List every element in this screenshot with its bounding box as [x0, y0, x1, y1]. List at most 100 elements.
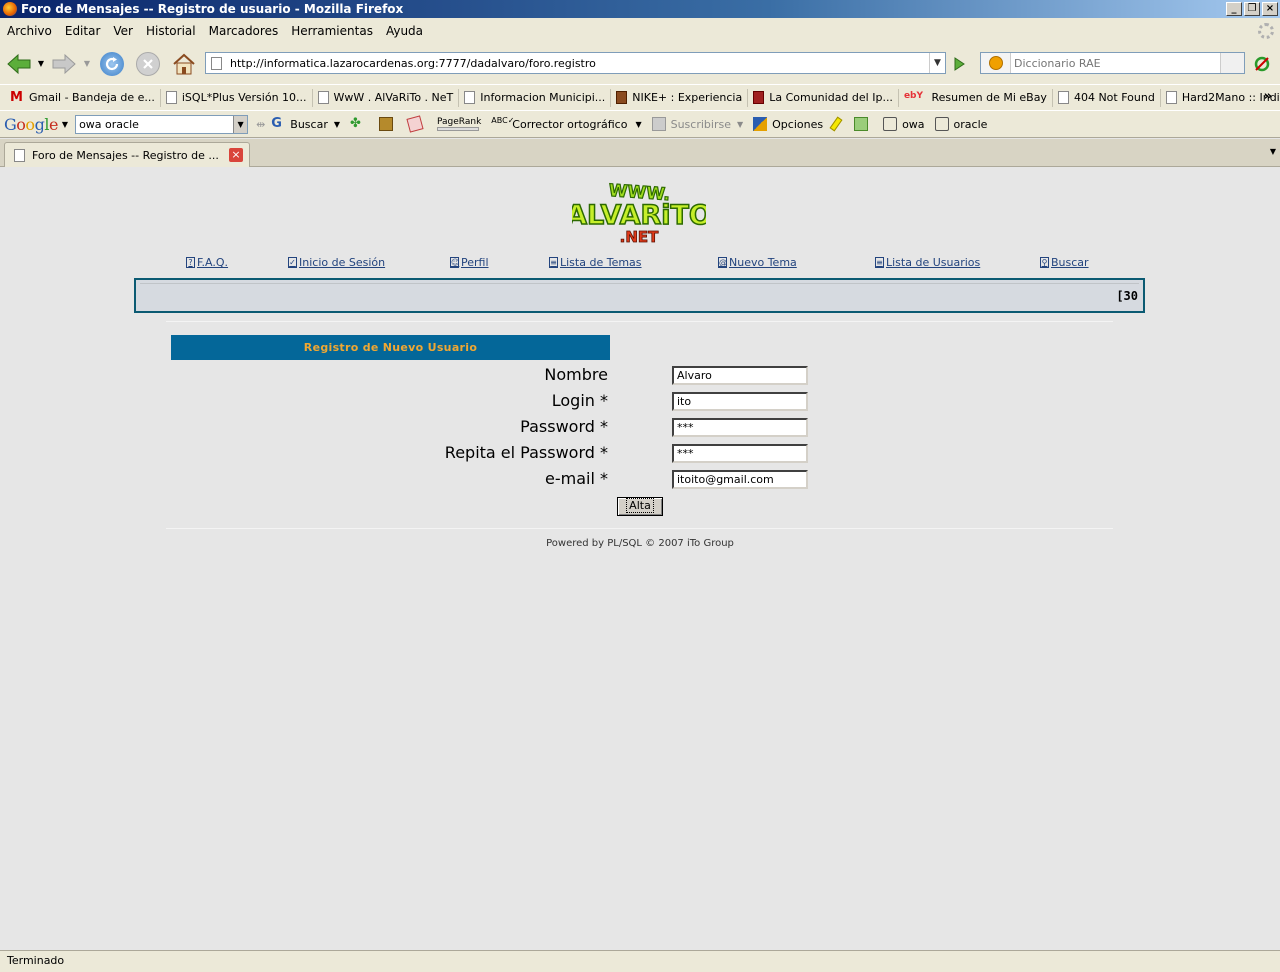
alvarito-logo[interactable]: WWW. ALVARiTO .NET: [572, 178, 706, 248]
login-field[interactable]: ito: [672, 392, 808, 411]
bookmark-comunidad[interactable]: La Comunidad del Ip...: [748, 88, 899, 107]
bookmark-hard2mano[interactable]: Hard2Mano :: Indice: [1161, 89, 1280, 107]
menu-historial[interactable]: Historial: [141, 24, 201, 38]
users-list-icon: ≡: [875, 257, 884, 268]
addon-button[interactable]: [1252, 54, 1272, 74]
google-news-button[interactable]: ✤: [350, 117, 369, 131]
reload-button[interactable]: [100, 52, 124, 76]
topics-list-link[interactable]: ≡ Lista de Temas: [549, 256, 642, 269]
tab-foro-registro[interactable]: Foro de Mensajes -- Registro de ... ×: [4, 142, 250, 167]
ebay-icon: ebY: [903, 91, 924, 101]
send-icon: [854, 117, 869, 131]
marquee-banner: [30: [134, 278, 1145, 313]
search-input[interactable]: [1011, 54, 1220, 72]
search-label: Buscar: [1051, 256, 1089, 269]
search-link[interactable]: ⚲ Buscar: [1040, 256, 1089, 269]
options-button[interactable]: Opciones: [753, 117, 823, 131]
minimize-button[interactable]: _: [1226, 2, 1242, 16]
spellcheck-button[interactable]: ABC✓ Corrector ortográfico ▼: [491, 117, 641, 131]
users-list-label: Lista de Usuarios: [886, 256, 981, 269]
menu-ayuda[interactable]: Ayuda: [381, 24, 428, 38]
faq-label: F.A.Q.: [197, 256, 229, 269]
list-all-tabs-icon[interactable]: ▼: [1270, 147, 1276, 156]
highlighter-button[interactable]: [829, 116, 844, 132]
profile-link[interactable]: ☺ Perfil: [450, 256, 489, 269]
search-term-owa[interactable]: owa: [883, 117, 925, 131]
search-engine-selector[interactable]: [981, 53, 1011, 73]
search-bar[interactable]: [980, 52, 1245, 74]
marquee-text: [30: [1116, 289, 1138, 303]
google-menu-dropdown[interactable]: ▼: [62, 120, 68, 129]
close-tab-icon[interactable]: ×: [229, 148, 243, 162]
stop-button[interactable]: [136, 52, 160, 76]
page-icon: [211, 56, 222, 70]
bookmark-ebay[interactable]: ebY Resumen de Mi eBay: [899, 88, 1053, 107]
google-images-button[interactable]: [379, 117, 398, 131]
tab-strip: Foro de Mensajes -- Registro de ... × ▼: [0, 139, 1280, 167]
menu-marcadores[interactable]: Marcadores: [204, 24, 284, 38]
google-buscar-button[interactable]: G Buscar ▼: [271, 117, 340, 131]
send-to-button[interactable]: [854, 117, 873, 131]
topics-list-label: Lista de Temas: [560, 256, 642, 269]
faq-link[interactable]: ? F.A.Q.: [186, 256, 228, 269]
new-topic-icon: @: [718, 257, 727, 268]
alta-submit-button[interactable]: Alta: [617, 497, 663, 516]
reload-icon: [105, 57, 119, 71]
bookmark-nike[interactable]: NIKE+ : Experiencia: [611, 88, 749, 107]
bookmark-gmail[interactable]: M Gmail - Bandeja de e...: [5, 88, 161, 107]
faq-icon: ?: [186, 257, 195, 268]
google-popup-blocker-button[interactable]: [406, 115, 427, 133]
back-history-dropdown[interactable]: ▼: [36, 58, 46, 68]
forward-history-dropdown[interactable]: ▼: [82, 58, 92, 68]
google-search-dropdown[interactable]: ▼: [233, 115, 248, 133]
bookmark-label: 404 Not Found: [1073, 91, 1155, 104]
subscribe-button[interactable]: Suscribirse ▼: [651, 117, 743, 131]
menu-ver[interactable]: Ver: [108, 24, 138, 38]
email-field[interactable]: itoito@gmail.com: [672, 470, 808, 489]
search-term-oracle[interactable]: oracle: [934, 117, 987, 131]
suscribirse-dropdown-icon[interactable]: ▼: [737, 120, 743, 129]
page-icon: [165, 91, 177, 104]
password-field[interactable]: ***: [672, 418, 808, 437]
menu-editar[interactable]: Editar: [60, 24, 106, 38]
google-search-value[interactable]: owa oracle: [76, 118, 233, 131]
google-logo[interactable]: Google: [4, 115, 58, 134]
status-bar: Terminado: [0, 950, 1280, 972]
menu-archivo[interactable]: Archivo: [2, 24, 57, 38]
buscar-dropdown-icon[interactable]: ▼: [334, 120, 340, 129]
footer: Powered by PL/SQL © 2007 iTo Group: [546, 538, 734, 549]
url-text[interactable]: http://informatica.lazarocardenas.org:77…: [230, 57, 929, 70]
google-search-field[interactable]: owa oracle ▼: [75, 114, 249, 134]
corrector-label: Corrector ortográfico: [512, 117, 628, 131]
profile-label: Perfil: [461, 256, 489, 269]
corrector-dropdown-icon[interactable]: ▼: [635, 120, 641, 129]
pagerank-label: PageRank: [437, 117, 482, 127]
forward-button[interactable]: [51, 52, 77, 76]
field-label-login: Login *: [551, 391, 608, 410]
toolbar-resize-grip-icon[interactable]: ⇹: [256, 118, 265, 131]
close-window-button[interactable]: ×: [1262, 2, 1278, 16]
login-link[interactable]: ✓ Inicio de Sesión: [288, 256, 385, 269]
bookmark-label: iSQL*Plus Versión 10...: [181, 91, 307, 104]
url-bar[interactable]: http://informatica.lazarocardenas.org:77…: [205, 52, 946, 74]
url-history-dropdown[interactable]: ▼: [929, 53, 945, 73]
menu-herramientas[interactable]: Herramientas: [286, 24, 378, 38]
maximize-button[interactable]: ❐: [1244, 2, 1260, 16]
users-list-link[interactable]: ≡ Lista de Usuarios: [875, 256, 980, 269]
search-button[interactable]: [1220, 53, 1244, 73]
home-button[interactable]: [171, 52, 197, 76]
popup-blocker-icon: [406, 115, 424, 133]
repeat-password-field[interactable]: ***: [672, 444, 808, 463]
forward-arrow-icon: [52, 53, 76, 75]
bookmark-informacion[interactable]: Informacion Municipi...: [459, 88, 612, 107]
bookmark-isqlplus[interactable]: iSQL*Plus Versión 10...: [161, 88, 313, 107]
more-bookmarks-chevron-icon[interactable]: »: [1264, 89, 1272, 104]
nombre-field[interactable]: Alvaro: [672, 366, 808, 385]
bookmark-404[interactable]: 404 Not Found: [1053, 88, 1161, 107]
page-icon: [1165, 91, 1177, 104]
page-icon: [317, 91, 329, 104]
back-button[interactable]: [6, 52, 32, 76]
bookmark-alvarito[interactable]: WwW . AlVaRiTo . NeT: [313, 88, 460, 107]
new-topic-link[interactable]: @ Nuevo Tema: [718, 256, 797, 269]
go-button[interactable]: [950, 55, 968, 73]
